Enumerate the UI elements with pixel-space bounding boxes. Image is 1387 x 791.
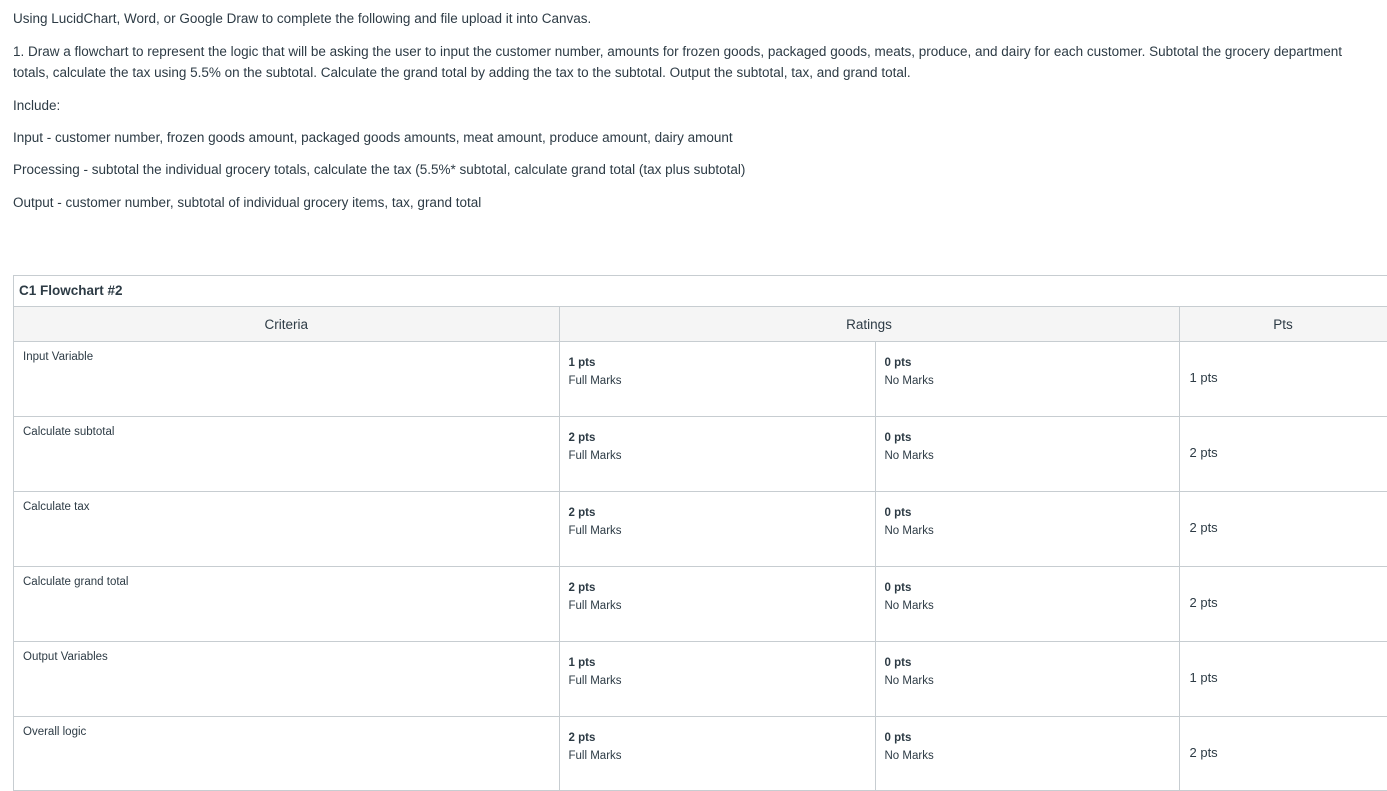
rating-points: 0 pts	[884, 582, 912, 594]
rubric-row: Calculate tax 2 pts Full Marks 0 pts No Mark…	[14, 491, 1387, 567]
rating-full-marks[interactable]: 2 pts Full Marks	[560, 717, 876, 790]
rubric-table: Criteria Ratings Pts Input Variable 1 pts…	[14, 307, 1387, 790]
rating-points: 0 pts	[884, 657, 912, 669]
criterion-description: Overall logic	[14, 716, 560, 790]
ratings-header: Ratings	[559, 307, 1180, 342]
rating-points: 0 pts	[884, 357, 912, 369]
rating-label: Full Marks	[568, 525, 622, 537]
criterion-points: 2 pts	[1179, 491, 1387, 567]
rating-no-marks[interactable]: 0 pts No Marks	[876, 492, 1179, 566]
criterion-description: Calculate grand total	[14, 566, 560, 642]
rubric-title: C1 Flowchart #2	[14, 276, 1387, 307]
rating-points: 0 pts	[884, 432, 912, 444]
rating-full-marks[interactable]: 2 pts Full Marks	[560, 567, 876, 641]
rating-no-marks[interactable]: 0 pts No Marks	[876, 642, 1179, 716]
criterion-points: 2 pts	[1179, 566, 1387, 642]
rating-no-marks[interactable]: 0 pts No Marks	[876, 567, 1179, 641]
include-label: Include:	[13, 98, 61, 113]
rating-label: No Marks	[884, 600, 934, 612]
intro-text: Using LucidChart, Word, or Google Draw t…	[13, 11, 592, 26]
ratings-cell: 2 pts Full Marks 0 pts No Marks	[559, 566, 1180, 642]
rubric-row: Input Variable 1 pts Full Marks 0 pts No Mar…	[14, 341, 1387, 417]
rating-points: 2 pts	[568, 732, 596, 744]
pts-header: Pts	[1179, 307, 1387, 342]
output-requirement: Output - customer number, subtotal of in…	[13, 195, 482, 210]
task-description: 1. Draw a flowchart to represent the log…	[13, 44, 1342, 80]
rating-full-marks[interactable]: 2 pts Full Marks	[560, 417, 876, 491]
rubric-row: Overall logic 2 pts Full Marks 0 pts No Mark…	[14, 716, 1387, 790]
rating-label: Full Marks	[568, 600, 622, 612]
rating-points: 0 pts	[884, 507, 912, 519]
criterion-points: 1 pts	[1179, 341, 1387, 417]
ratings-cell: 2 pts Full Marks 0 pts No Marks	[559, 491, 1180, 567]
rubric: C1 Flowchart #2 Criteria Ratings Pts Inp…	[13, 275, 1387, 791]
rating-label: No Marks	[884, 525, 934, 537]
criterion-points: 2 pts	[1179, 716, 1387, 790]
rating-points: 2 pts	[568, 432, 596, 444]
rubric-row: Output Variables 1 pts Full Marks 0 pts No M…	[14, 641, 1387, 717]
criterion-description: Input Variable	[14, 341, 560, 417]
criteria-header: Criteria	[14, 307, 560, 342]
rating-points: 2 pts	[568, 582, 596, 594]
rating-label: No Marks	[884, 675, 934, 687]
rubric-row: Calculate subtotal 2 pts Full Marks 0 pts No…	[14, 416, 1387, 492]
rating-no-marks[interactable]: 0 pts No Marks	[876, 417, 1179, 491]
rating-points: 0 pts	[884, 732, 912, 744]
rating-label: Full Marks	[568, 675, 622, 687]
rubric-row: Calculate grand total 2 pts Full Marks 0 pt…	[14, 566, 1387, 642]
assignment-instructions: Using LucidChart, Word, or Google Draw t…	[13, 8, 1373, 213]
rating-label: Full Marks	[568, 375, 622, 387]
criterion-description: Calculate subtotal	[14, 416, 560, 492]
rating-points: 1 pts	[568, 357, 596, 369]
rating-points: 2 pts	[568, 507, 596, 519]
rating-label: No Marks	[884, 750, 934, 762]
processing-requirement: Processing - subtotal the individual gro…	[13, 162, 746, 177]
rating-label: No Marks	[884, 450, 934, 462]
rating-no-marks[interactable]: 0 pts No Marks	[876, 342, 1179, 416]
rating-label: Full Marks	[568, 750, 622, 762]
criterion-points: 1 pts	[1179, 641, 1387, 717]
criterion-description: Output Variables	[14, 641, 560, 717]
rating-full-marks[interactable]: 1 pts Full Marks	[560, 342, 876, 416]
ratings-cell: 2 pts Full Marks 0 pts No Marks	[559, 416, 1180, 492]
criterion-description: Calculate tax	[14, 491, 560, 567]
ratings-cell: 1 pts Full Marks 0 pts No Marks	[559, 341, 1180, 417]
input-requirement: Input - customer number, frozen goods am…	[13, 130, 733, 145]
ratings-cell: 2 pts Full Marks 0 pts No Marks	[559, 716, 1180, 790]
rating-no-marks[interactable]: 0 pts No Marks	[876, 717, 1179, 790]
criterion-points: 2 pts	[1179, 416, 1387, 492]
rating-points: 1 pts	[568, 657, 596, 669]
rating-label: Full Marks	[568, 450, 622, 462]
rating-full-marks[interactable]: 2 pts Full Marks	[560, 492, 876, 566]
rating-full-marks[interactable]: 1 pts Full Marks	[560, 642, 876, 716]
rubric-header-row: Criteria Ratings Pts	[14, 307, 1387, 342]
rubric-body: Input Variable 1 pts Full Marks 0 pts No Mar…	[14, 341, 1387, 790]
ratings-cell: 1 pts Full Marks 0 pts No Marks	[559, 641, 1180, 717]
rating-label: No Marks	[884, 375, 934, 387]
